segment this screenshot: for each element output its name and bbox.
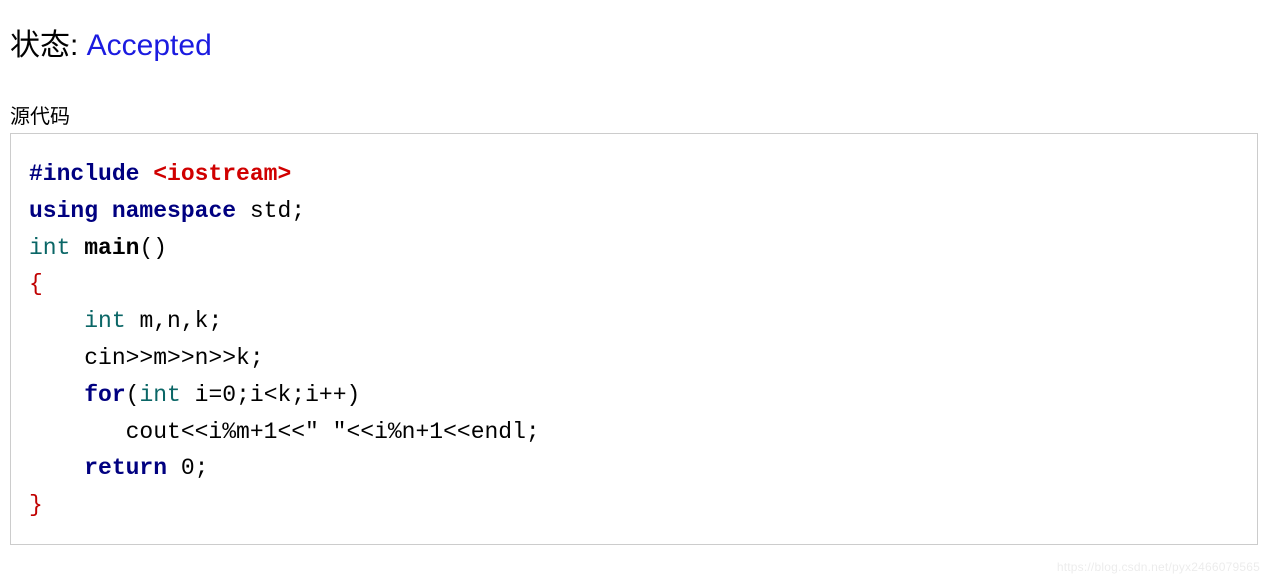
status-value: Accepted bbox=[87, 29, 212, 62]
status-label: 状态: bbox=[10, 29, 87, 62]
source-code: #include <iostream> using namespace std;… bbox=[29, 156, 1239, 524]
source-code-label: 源代码 bbox=[10, 100, 1258, 129]
source-code-box: #include <iostream> using namespace std;… bbox=[10, 133, 1258, 545]
status-heading: 状态: Accepted bbox=[10, 20, 1258, 64]
watermark-text: https://blog.csdn.net/pyx2466079565 bbox=[1057, 560, 1260, 574]
